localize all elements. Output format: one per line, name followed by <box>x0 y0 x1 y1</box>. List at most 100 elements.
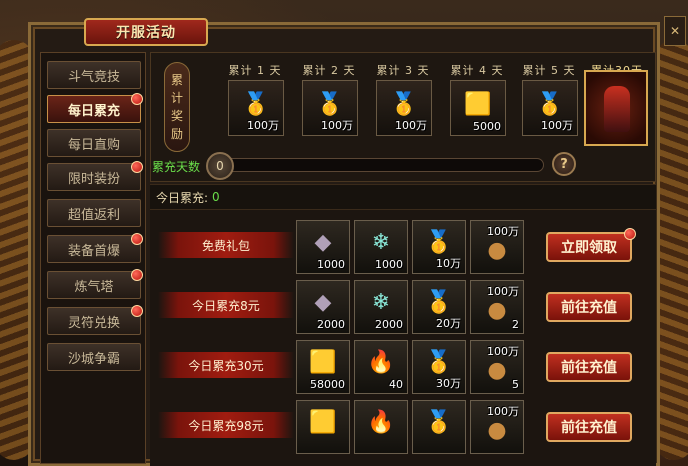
item-slot[interactable]: 🟨 <box>296 400 350 454</box>
gold-bars-icon: 🟨 <box>309 350 337 375</box>
item-quantity: 30万 <box>436 377 461 390</box>
sidebar-item-label: 灵符兑换 <box>67 315 120 331</box>
tier-row: 免费礼包 ◆ 1000 ❄ 1000 🥇 10万 100万 ● 立即领取 <box>150 214 656 274</box>
sidebar-item-daily-purchase[interactable]: 每日直购 <box>47 129 141 157</box>
recharge-button[interactable]: 前往充值 <box>546 412 632 442</box>
today-recharge-row: 今日累充: 0 <box>150 184 656 210</box>
gold-bars-icon: 🟨 <box>309 410 337 435</box>
label-char: 励 <box>170 127 183 141</box>
tier-row: 今日累充30元 🟨 58000 🔥 40 🥇 30万 100万 ● 5 前往充值 <box>150 334 656 394</box>
item-slot[interactable]: 🥇 <box>412 400 466 454</box>
item-slot[interactable]: 100万 ● <box>470 400 524 454</box>
sidebar-item-label: 超值返利 <box>67 207 120 223</box>
sidebar-item-rebate[interactable]: 超值返利 <box>47 199 141 227</box>
gold-ingot-icon: 🥇 <box>425 410 453 435</box>
crystal-icon: ❄ <box>371 290 391 315</box>
tier-label: 今日累充30元 <box>158 352 294 378</box>
day-4-label: 累计 4 天 <box>450 64 504 77</box>
item-slot[interactable]: 100万 ● <box>470 220 524 274</box>
recharge-button-label: 前往充值 <box>561 300 617 316</box>
reward-quantity: 5000 <box>473 120 501 133</box>
day-1-reward-slot[interactable]: 🥇 100万 <box>228 80 284 136</box>
item-top-quantity: 100万 <box>487 405 519 418</box>
item-slot[interactable]: 100万 ● 2 <box>470 280 524 334</box>
reward-quantity: 100万 <box>541 119 573 132</box>
day-5-reward-slot[interactable]: 🥇 100万 <box>522 80 578 136</box>
gold-ingot-icon: 🥇 <box>390 92 418 117</box>
sidebar-item-castle-war[interactable]: 沙城争霸 <box>47 343 141 371</box>
day-30-reward-slot[interactable] <box>584 70 648 146</box>
item-slot[interactable]: 🔥 40 <box>354 340 408 394</box>
notification-badge <box>131 161 143 173</box>
notification-badge <box>131 93 143 105</box>
notification-badge <box>131 233 143 245</box>
gold-ingot-icon: 🥇 <box>316 92 344 117</box>
item-slot[interactable]: 🥇 10万 <box>412 220 466 274</box>
recharge-button[interactable]: 前往充值 <box>546 352 632 382</box>
today-recharge-label: 今日累充: <box>156 190 209 205</box>
tier-label: 今日累充98元 <box>158 412 294 438</box>
money-bag-icon: ● <box>487 418 507 443</box>
item-slot[interactable]: 🟨 58000 <box>296 340 350 394</box>
sidebar-item-label: 装备首爆 <box>67 243 120 259</box>
claim-button[interactable]: 立即领取 <box>546 228 636 262</box>
ore-icon: ◆ <box>314 230 332 255</box>
close-icon[interactable]: ✕ <box>664 16 686 46</box>
sidebar-item-talisman-exchange[interactable]: 灵符兑换 <box>47 305 143 335</box>
item-quantity: 2 <box>512 318 519 331</box>
item-slot[interactable]: ❄ 1000 <box>354 220 408 274</box>
item-slot[interactable]: 🔥 <box>354 400 408 454</box>
blue-flame-icon: 🔥 <box>367 410 395 435</box>
item-quantity: 10万 <box>436 257 461 270</box>
day-2-label: 累计 2 天 <box>302 64 356 77</box>
item-top-quantity: 100万 <box>487 225 519 238</box>
day-2-reward-slot[interactable]: 🥇 100万 <box>302 80 358 136</box>
today-recharge-value: 0 <box>212 190 220 204</box>
sidebar-item-qi-tower[interactable]: 炼气塔 <box>47 269 143 299</box>
gold-ingot-icon: 🥇 <box>425 290 453 315</box>
recharge-button-label: 前往充值 <box>561 420 617 436</box>
sidebar-item-douqi[interactable]: 斗气竞技 <box>47 61 141 89</box>
sidebar-item-first-drop[interactable]: 装备首爆 <box>47 233 143 263</box>
item-slot[interactable]: 🥇 30万 <box>412 340 466 394</box>
progress-label: 累充天数 <box>152 160 201 174</box>
recharge-button[interactable]: 前往充值 <box>546 292 632 322</box>
sidebar-item-limited-outfit[interactable]: 限时装扮 <box>47 161 143 191</box>
notification-badge <box>131 269 143 281</box>
item-top-quantity: 100万 <box>487 345 519 358</box>
item-slot[interactable]: 100万 ● 5 <box>470 340 524 394</box>
item-quantity: 1000 <box>317 258 345 271</box>
ore-icon: ◆ <box>314 290 332 315</box>
gold-ingot-icon: 🥇 <box>536 92 564 117</box>
tier-row: 今日累充98元 🟨 🔥 🥇 100万 ● 前往充值 <box>150 394 656 454</box>
item-slot[interactable]: 🥇 20万 <box>412 280 466 334</box>
sidebar-item-label: 每日直购 <box>67 137 120 153</box>
day-3-label: 累计 3 天 <box>376 64 430 77</box>
day-3-reward-slot[interactable]: 🥇 100万 <box>376 80 432 136</box>
blue-flame-icon: 🔥 <box>367 350 395 375</box>
progress-value: 0 <box>206 152 234 180</box>
tier-label: 今日累充8元 <box>158 292 294 318</box>
item-quantity: 2000 <box>375 318 403 331</box>
gold-bars-icon: 🟨 <box>464 92 492 117</box>
sidebar-item-daily-recharge[interactable]: 每日累充 <box>47 93 143 123</box>
cumulative-rewards-label: 累 计 奖 励 <box>164 62 190 152</box>
item-quantity: 58000 <box>310 378 345 391</box>
item-slot[interactable]: ❄ 2000 <box>354 280 408 334</box>
gold-ingot-icon: 🥇 <box>425 230 453 255</box>
sidebar: 斗气竞技 每日累充 每日直购 限时装扮 超值返利 装备首爆 炼气塔 灵符兑换 沙… <box>40 52 146 464</box>
day-4-reward-slot[interactable]: 🟨 5000 <box>450 80 506 136</box>
claim-button-label: 立即领取 <box>561 240 617 256</box>
reward-quantity: 100万 <box>395 119 427 132</box>
label-char: 累 <box>170 73 183 87</box>
item-quantity: 20万 <box>436 317 461 330</box>
item-quantity: 1000 <box>375 258 403 271</box>
item-slot[interactable]: ◆ 1000 <box>296 220 350 274</box>
progress-bar <box>216 158 544 172</box>
item-slot[interactable]: ◆ 2000 <box>296 280 350 334</box>
help-icon[interactable]: ? <box>552 152 576 176</box>
reward-quantity: 100万 <box>247 119 279 132</box>
recharge-button-label: 前往充值 <box>561 360 617 376</box>
tier-list: 免费礼包 ◆ 1000 ❄ 1000 🥇 10万 100万 ● 立即领取 今日累… <box>150 210 656 466</box>
warrior-figure-icon <box>604 86 630 132</box>
